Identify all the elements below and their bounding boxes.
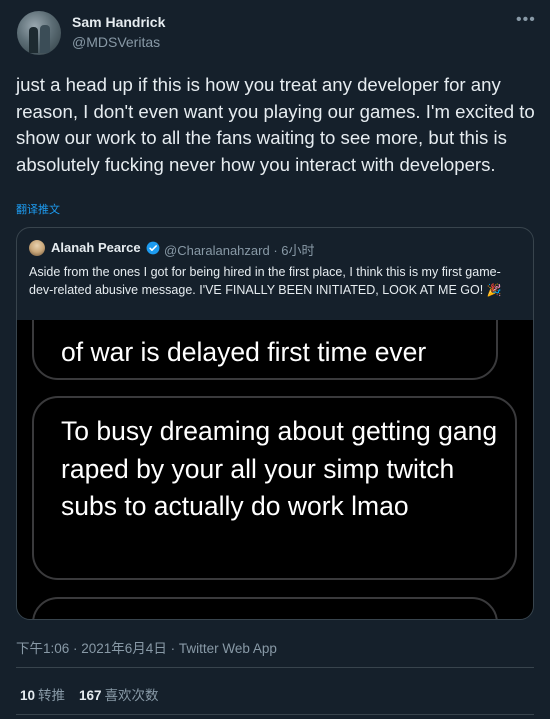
- divider: [16, 714, 534, 715]
- tweet-text: just a head up if this is how you treat …: [16, 74, 535, 175]
- retweets-stat[interactable]: 10 转推: [20, 688, 65, 703]
- retweets-count: 10: [20, 688, 36, 703]
- translate-tweet-link[interactable]: 翻译推文: [16, 201, 60, 217]
- quoted-media-image[interactable]: of war is delayed first time ever To bus…: [17, 320, 533, 619]
- message-text: To busy dreaming about getting gang rape…: [61, 416, 498, 521]
- likes-stat[interactable]: 167 喜欢次数: [79, 688, 159, 703]
- message-bubble: of war is delayed first time ever: [32, 320, 498, 380]
- quoted-author-avatar: [29, 240, 45, 256]
- likes-count: 167: [79, 688, 102, 703]
- quoted-text-body: Aside from the ones I got for being hire…: [29, 265, 501, 297]
- divider: [16, 667, 534, 668]
- quoted-author-name: Alanah Pearce: [51, 240, 141, 255]
- avatar-figure: [40, 25, 50, 53]
- party-popper-icon: 🎉: [486, 283, 502, 297]
- quoted-handle-time: @Charalanahzard · 6小时: [164, 243, 315, 258]
- quoted-tweet-card[interactable]: Alanah Pearce @Charalanahzard · 6小时 Asid…: [16, 227, 534, 620]
- likes-label: 喜欢次数: [104, 688, 159, 703]
- author-handle[interactable]: @MDSVeritas: [72, 34, 160, 50]
- author-avatar[interactable]: [17, 11, 61, 55]
- avatar-figure: [29, 27, 38, 53]
- author-display-name[interactable]: Sam Handrick: [72, 14, 165, 30]
- quoted-tweet-text: Aside from the ones I got for being hire…: [29, 263, 523, 299]
- verified-badge-icon: [146, 241, 160, 255]
- message-bubble: To busy dreaming about getting gang rape…: [32, 396, 517, 580]
- message-text: of war is delayed first time ever: [61, 337, 427, 367]
- message-bubble: [32, 597, 498, 619]
- tweet-stats: 10 转推 167 喜欢次数: [20, 684, 159, 704]
- more-horizontal-icon[interactable]: •••: [516, 12, 538, 28]
- retweets-label: 转推: [38, 688, 66, 703]
- tweet-timestamp[interactable]: 下午1:06 · 2021年6月4日 · Twitter Web App: [16, 637, 277, 657]
